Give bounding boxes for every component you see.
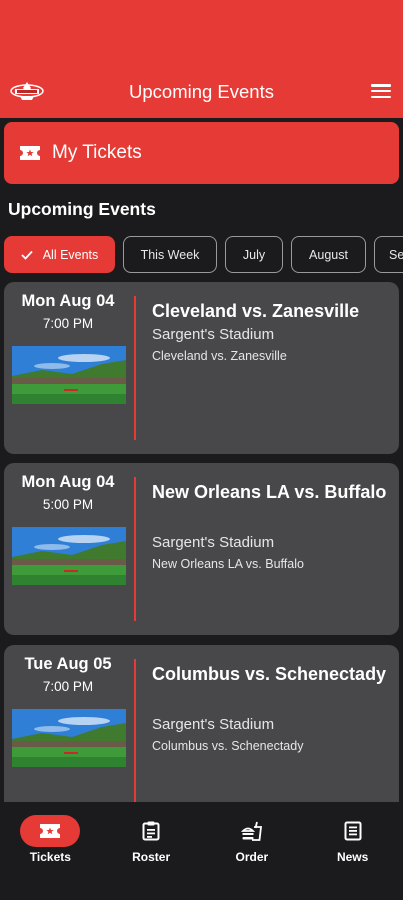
- event-title: New Orleans LA vs. Buffalo: [152, 482, 387, 502]
- event-card[interactable]: Mon Aug 04 5:00 PM New Orleans LA vs. Bu…: [4, 463, 399, 635]
- event-title: Columbus vs. Schenectady: [152, 664, 387, 684]
- section-title: Upcoming Events: [8, 199, 156, 219]
- hamburger-menu-icon[interactable]: [371, 82, 391, 100]
- filter-chip-september[interactable]: Se: [374, 236, 403, 273]
- nav-icon-indicator: [20, 815, 81, 847]
- nav-order[interactable]: Order: [202, 802, 303, 900]
- nav-icon-indicator: [222, 815, 282, 847]
- filter-chip-label: All Events: [42, 247, 99, 262]
- my-tickets-button[interactable]: My Tickets: [4, 122, 399, 184]
- event-title: Cleveland vs. Zanesville: [152, 301, 360, 321]
- check-icon: [21, 250, 33, 260]
- event-date: Tue Aug 05: [24, 655, 112, 673]
- card-divider: [134, 296, 136, 440]
- nav-icon-indicator: [121, 815, 181, 847]
- stadium-photo: [12, 346, 126, 404]
- page-title: Upcoming Events: [129, 81, 274, 102]
- filter-chip-all-events[interactable]: All Events: [4, 236, 115, 273]
- newspaper-icon: [344, 821, 362, 841]
- nav-roster[interactable]: Roster: [101, 802, 202, 900]
- event-time: 7:00 PM: [42, 679, 94, 694]
- event-time: 7:00 PM: [42, 316, 94, 331]
- ticket-icon: [20, 146, 40, 160]
- filter-chip-this-week[interactable]: This Week: [123, 236, 217, 273]
- filter-chips: All Events This Week July August Se: [4, 236, 403, 274]
- event-venue: Sargent's Stadium: [152, 534, 275, 551]
- filter-chip-july[interactable]: July: [225, 236, 283, 273]
- card-divider: [134, 659, 136, 803]
- filter-chip-label: August: [309, 247, 348, 262]
- filter-chip-label: This Week: [140, 247, 200, 262]
- nav-label: Order: [235, 850, 269, 864]
- nav-label: Roster: [132, 850, 171, 864]
- stadium-photo: [12, 527, 126, 585]
- stadium-photo: [12, 709, 126, 767]
- event-subtitle: New Orleans LA vs. Buffalo: [152, 557, 304, 571]
- event-time: 5:00 PM: [42, 497, 94, 512]
- filter-chip-august[interactable]: August: [291, 236, 366, 273]
- event-subtitle: Columbus vs. Schenectady: [152, 739, 304, 753]
- event-date: Mon Aug 04: [21, 473, 115, 491]
- nav-news[interactable]: News: [302, 802, 403, 900]
- event-card[interactable]: Tue Aug 05 7:00 PM Columbus vs. Schenect…: [4, 645, 399, 817]
- my-tickets-label: My Tickets: [52, 142, 142, 163]
- nav-label: News: [336, 850, 369, 864]
- event-subtitle: Cleveland vs. Zanesville: [152, 349, 287, 363]
- filter-chip-label: July: [242, 247, 266, 262]
- event-card[interactable]: Mon Aug 04 7:00 PM Cleveland vs. Zanesvi…: [4, 282, 399, 454]
- clipboard-icon: [142, 821, 160, 841]
- food-order-icon: [240, 821, 262, 841]
- app-header: Upcoming Events: [0, 0, 403, 118]
- event-venue: Sargent's Stadium: [152, 326, 275, 343]
- nav-icon-indicator: [323, 815, 383, 847]
- bottom-nav: Tickets Roster Order News: [0, 802, 403, 900]
- filter-chip-label: Se: [389, 247, 403, 262]
- app-screen: Upcoming Events My Tickets Upcoming Even…: [0, 0, 403, 900]
- ticket-icon: [40, 824, 61, 838]
- nav-label: Tickets: [29, 850, 71, 864]
- card-divider: [134, 477, 136, 621]
- event-date: Mon Aug 04: [21, 292, 115, 310]
- event-venue: Sargent's Stadium: [152, 716, 275, 733]
- nav-tickets[interactable]: Tickets: [0, 802, 101, 900]
